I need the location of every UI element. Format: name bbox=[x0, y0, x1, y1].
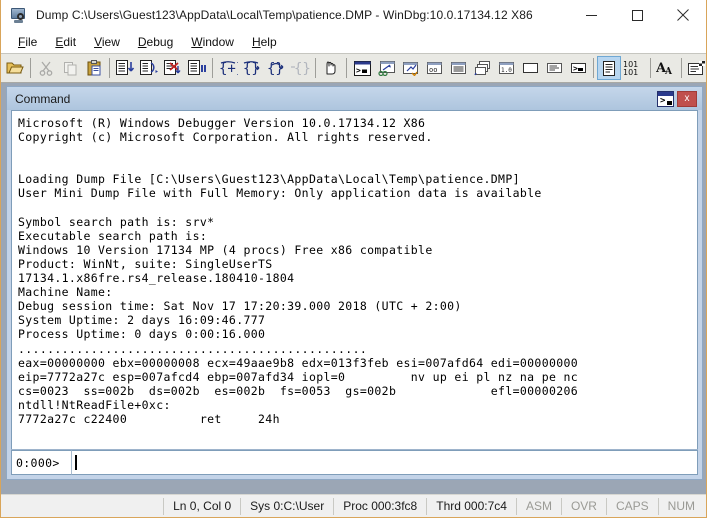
command-input[interactable] bbox=[71, 450, 698, 475]
close-button[interactable] bbox=[660, 0, 706, 30]
maximize-button[interactable] bbox=[614, 0, 660, 30]
toolbar-separator bbox=[30, 58, 31, 78]
menu-help[interactable]: Help bbox=[243, 33, 286, 51]
windbg-main-window: Dump C:\Users\Guest123\AppData\Local\Tem… bbox=[0, 0, 707, 518]
memory-window-icon[interactable] bbox=[446, 56, 470, 80]
processes-icon[interactable] bbox=[542, 56, 566, 80]
font-icon[interactable]: A A bbox=[654, 56, 678, 80]
mdi-client-area: Command > x Microsoft (R) Windows Debugg… bbox=[1, 83, 706, 494]
toolbar-separator bbox=[212, 58, 213, 78]
status-line-col: Ln 0, Col 0 bbox=[163, 497, 240, 515]
status-system: Sys 0:C:\User bbox=[240, 497, 333, 515]
step-out-icon[interactable]: {} bbox=[264, 56, 288, 80]
toolbar-separator bbox=[681, 58, 682, 78]
command-window-close-button[interactable]: x bbox=[677, 90, 697, 107]
source-mode-icon[interactable] bbox=[597, 56, 621, 80]
menu-file[interactable]: File bbox=[9, 33, 46, 51]
command-input-row: 0:000> bbox=[11, 449, 698, 475]
paste-icon[interactable] bbox=[82, 56, 106, 80]
locals-window-icon[interactable] bbox=[398, 56, 422, 80]
disassembly-icon[interactable]: 1.0 bbox=[494, 56, 518, 80]
toolbar-separator bbox=[346, 58, 347, 78]
command-output-text: Microsoft (R) Windows Debugger Version 1… bbox=[18, 116, 579, 426]
options-icon[interactable] bbox=[685, 56, 707, 80]
svg-text:101: 101 bbox=[623, 68, 638, 76]
toolbar-separator bbox=[650, 58, 651, 78]
scratch-pad-icon[interactable] bbox=[518, 56, 542, 80]
call-stack-icon[interactable] bbox=[470, 56, 494, 80]
svg-text:{}: {} bbox=[294, 61, 310, 76]
menu-bar: File Edit View Debug Window Help bbox=[1, 31, 706, 53]
status-asm: ASM bbox=[515, 497, 561, 515]
command-prompt-label: 0:000> bbox=[11, 450, 71, 475]
step-into-source-icon[interactable] bbox=[113, 56, 137, 80]
numbers-101-icon[interactable]: 101 101 bbox=[621, 56, 647, 80]
windbg-app-icon bbox=[10, 7, 27, 24]
copy-icon[interactable] bbox=[58, 56, 82, 80]
restore-command-window-icon[interactable]: > bbox=[657, 90, 674, 107]
toolbar-separator bbox=[593, 58, 594, 78]
menu-view[interactable]: View bbox=[85, 33, 129, 51]
text-caret bbox=[75, 455, 77, 470]
run-to-cursor-icon[interactable] bbox=[161, 56, 185, 80]
toolbar: {+} {} {} {} bbox=[1, 53, 706, 83]
step-into-icon[interactable]: {+} bbox=[216, 56, 240, 80]
registers-window-icon[interactable]: oo bbox=[422, 56, 446, 80]
step-over-icon[interactable]: {} bbox=[240, 56, 264, 80]
command-window-titlebar[interactable]: Command > x bbox=[7, 87, 702, 110]
hand-stop-icon[interactable] bbox=[319, 56, 343, 80]
cut-icon[interactable] bbox=[34, 56, 58, 80]
minimize-button[interactable] bbox=[568, 0, 614, 30]
status-process: Proc 000:3fc8 bbox=[333, 497, 426, 515]
svg-text:>: > bbox=[573, 64, 578, 73]
toolbar-separator bbox=[315, 58, 316, 78]
command-output-pane[interactable]: Microsoft (R) Windows Debugger Version 1… bbox=[11, 110, 698, 449]
svg-text:oo: oo bbox=[429, 66, 437, 74]
menu-edit[interactable]: Edit bbox=[46, 33, 85, 51]
svg-text:1.0: 1.0 bbox=[501, 67, 512, 74]
command-window: Command > x Microsoft (R) Windows Debugg… bbox=[6, 86, 703, 480]
status-num: NUM bbox=[657, 497, 704, 515]
toolbar-separator bbox=[109, 58, 110, 78]
status-bar: Ln 0, Col 0 Sys 0:C:\User Proc 000:3fc8 … bbox=[1, 494, 706, 517]
open-file-icon[interactable] bbox=[3, 56, 27, 80]
svg-text:A: A bbox=[664, 67, 673, 76]
step-over-source-icon[interactable] bbox=[137, 56, 161, 80]
command-browser-icon[interactable]: > bbox=[566, 56, 590, 80]
command-window-title: Command bbox=[15, 91, 71, 106]
menu-window[interactable]: Window bbox=[182, 33, 243, 51]
watch-window-icon[interactable] bbox=[374, 56, 398, 80]
title-bar: Dump C:\Users\Guest123\AppData\Local\Tem… bbox=[1, 0, 706, 31]
break-icon[interactable] bbox=[185, 56, 209, 80]
menu-debug[interactable]: Debug bbox=[129, 33, 182, 51]
status-ovr: OVR bbox=[560, 497, 606, 515]
window-title: Dump C:\Users\Guest123\AppData\Local\Tem… bbox=[36, 8, 533, 22]
command-window-icon[interactable]: > bbox=[350, 56, 374, 80]
step-branch-icon[interactable]: {} bbox=[288, 56, 312, 80]
status-caps: CAPS bbox=[605, 497, 658, 515]
svg-text:>: > bbox=[356, 66, 361, 75]
status-thread: Thrd 000:7c4 bbox=[426, 497, 516, 515]
